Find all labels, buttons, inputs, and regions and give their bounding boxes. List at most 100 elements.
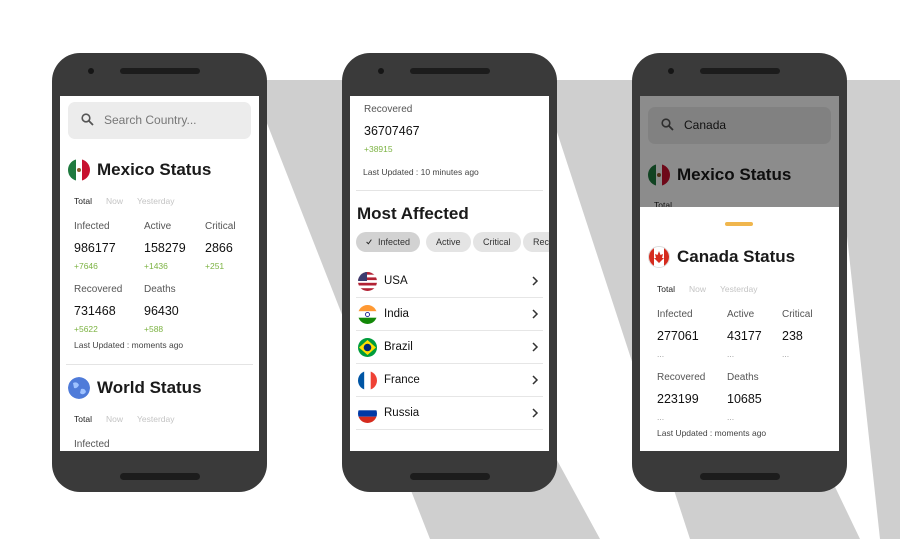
sheet-drag-handle[interactable] [725,222,753,226]
home-bar [120,473,200,480]
stat-delta: ... [657,412,665,422]
world-status-title: World Status [68,377,202,399]
tab-yesterday[interactable]: Yesterday [137,196,175,206]
stat-label: Active [144,221,172,232]
last-updated: Last Updated : moments ago [657,428,767,438]
chip-label: Infected [377,237,410,247]
speaker [120,68,200,74]
stat-delta: +7646 [74,261,98,271]
stat-delta: ... [727,412,735,422]
stat-recovered: Recovered 36707467 +38915 [364,104,420,154]
tab-now[interactable]: Now [106,196,123,206]
stat-critical: Critical 2866 +251 [205,221,236,271]
list-item-india[interactable]: India [356,298,543,331]
globe-icon [68,377,90,399]
divider [356,190,543,191]
stat-deaths: Deaths 10685 ... [727,372,762,422]
stat-label: Deaths [727,372,759,383]
chevron-right-icon [532,408,539,418]
search-input[interactable]: Search Country... [68,102,251,139]
canada-flag-icon [648,246,670,268]
stat-delta: ... [657,349,665,359]
sheet-title: Canada Status [677,247,796,266]
stat-delta: ... [782,349,790,359]
search-icon [81,113,94,126]
mexico-flag-icon [68,159,90,181]
speaker [410,68,490,74]
section-title: World Status [97,378,202,397]
chevron-right-icon [532,375,539,385]
stat-value: 158279 [144,241,186,255]
stat-label: Infected [74,439,110,450]
stat-label: Recovered [74,284,123,295]
stat-delta: ... [727,349,735,359]
tab-total[interactable]: Total [74,414,92,424]
world-stat-infected: Infected [74,439,110,450]
chip-label: Critical [483,237,511,247]
chevron-right-icon [532,276,539,286]
canada-status-title: Canada Status [648,246,795,268]
phone-most-affected: Recovered 36707467 +38915 Last Updated :… [342,53,557,492]
list-item-russia[interactable]: Russia [356,397,543,430]
search-placeholder: Search Country... [104,113,197,127]
modal-overlay[interactable] [640,96,839,207]
country-name: France [384,374,420,386]
stat-value: 10685 [727,392,762,406]
list-item-usa[interactable]: USA [356,265,543,298]
list-item-france[interactable]: France [356,364,543,397]
stat-active: Active 158279 +1436 [144,221,186,271]
country-name: Russia [384,407,420,419]
tab-total[interactable]: Total [74,196,92,206]
stat-label: Deaths [144,284,176,295]
last-updated: Last Updated : 10 minutes ago [363,167,479,177]
stat-label: Recovered [364,104,413,115]
india-flag-icon [358,304,377,324]
stat-label: Recovered [657,372,706,383]
mexico-status-title: Mexico Status [68,159,211,181]
chip-active[interactable]: Active [426,232,471,252]
stat-infected: Infected 986177 +7646 [74,221,116,271]
stat-value: 2866 [205,241,233,255]
screen: Search Country... Mexico Status Total Now… [60,96,259,451]
russia-flag-icon [358,403,377,423]
stat-value: 238 [782,329,803,343]
chip-recovered[interactable]: Reco [523,232,549,252]
divider [66,364,253,365]
list-item-brazil[interactable]: Brazil [356,331,543,364]
stat-active: Active 43177 ... [727,309,762,359]
stat-label: Critical [782,309,813,320]
tab-yesterday[interactable]: Yesterday [720,284,758,294]
chip-critical[interactable]: Critical [473,232,521,252]
stat-delta: +38915 [364,144,393,154]
phone-mexico-status: Search Country... Mexico Status Total Now… [52,53,267,492]
stat-label: Critical [205,221,236,232]
stat-delta: +588 [144,324,164,334]
camera [88,68,94,74]
stat-delta: +251 [205,261,225,271]
chevron-right-icon [532,342,539,352]
france-flag-icon [358,370,377,390]
country-name: USA [384,275,408,287]
tab-now[interactable]: Now [106,414,123,424]
stat-label: Infected [657,309,693,320]
page-title: Mexico Status [97,160,212,179]
stat-value: 731468 [74,304,116,318]
chevron-right-icon [532,309,539,319]
country-name: India [384,308,409,320]
stat-recovered: Recovered 223199 ... [657,372,705,422]
stat-delta: +5622 [74,324,98,334]
camera [668,68,674,74]
chip-infected[interactable]: Infected [356,232,420,252]
stat-deaths: Deaths 96430 +588 [144,284,179,334]
stat-delta: +1436 [144,261,168,271]
camera [378,68,384,74]
stat-recovered: Recovered 731468 +5622 [74,284,122,334]
tab-total[interactable]: Total [657,284,675,294]
stat-value: 277061 [657,329,699,343]
section-title: Most Affected [357,204,469,223]
tab-now[interactable]: Now [689,284,706,294]
stat-value: 96430 [144,304,179,318]
stat-label: Active [727,309,755,320]
tab-yesterday[interactable]: Yesterday [137,414,175,424]
usa-flag-icon [358,271,377,291]
